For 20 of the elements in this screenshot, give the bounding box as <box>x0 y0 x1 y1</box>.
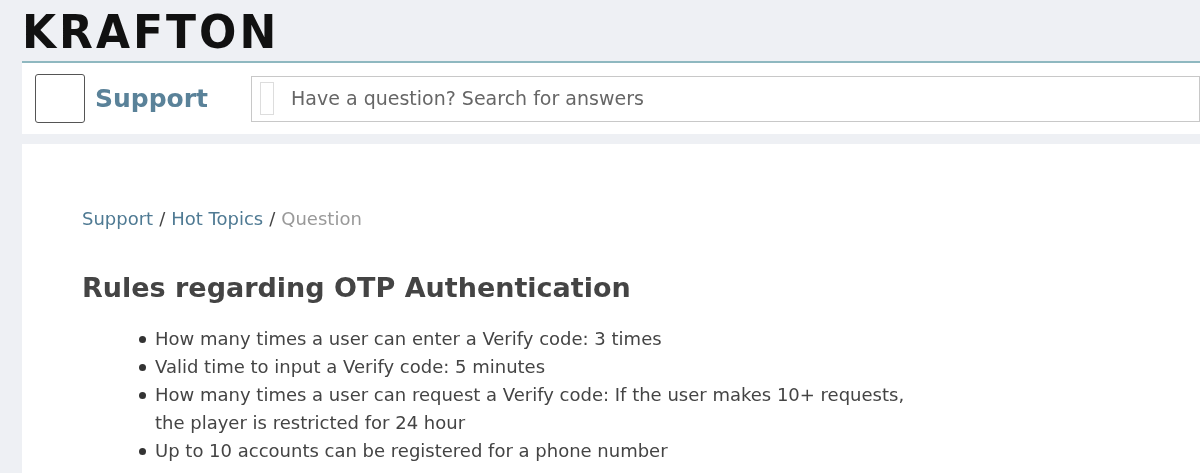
bullet-icon <box>139 335 146 343</box>
bullet-icon <box>139 391 146 399</box>
breadcrumb-current: Question <box>281 207 362 231</box>
bullet-icon <box>139 363 146 371</box>
support-link[interactable]: Support <box>95 79 209 118</box>
bullet-text: How many times a user can request a Verify code: If the user makes 10+ requests, the player is restricted for 24 hour <box>155 382 906 435</box>
search-input: Have a question? Search for answers <box>291 84 1199 113</box>
article-title: Rules regarding OTP Authentication <box>82 271 632 305</box>
bullet-text: Up to 10 accounts can be registered for a phone number <box>155 438 668 463</box>
breadcrumb-link[interactable]: Hot Topics <box>171 206 264 232</box>
breadcrumb-separator: / <box>269 207 276 231</box>
broken-image-icon <box>260 82 275 115</box>
bullet-text: How many times a user can enter a Verify code: 3 times <box>155 326 662 351</box>
bullet-icon <box>139 447 146 455</box>
search-field[interactable]: Have a question? Search for answers <box>251 75 1200 122</box>
broken-image-icon <box>35 74 85 123</box>
bullet-text: Valid time to input a Verify code: 5 minutes <box>155 354 546 379</box>
breadcrumb-link[interactable]: Support <box>82 206 154 232</box>
logo[interactable]: KRAFTON <box>22 4 280 60</box>
breadcrumb-separator: / <box>159 207 166 231</box>
